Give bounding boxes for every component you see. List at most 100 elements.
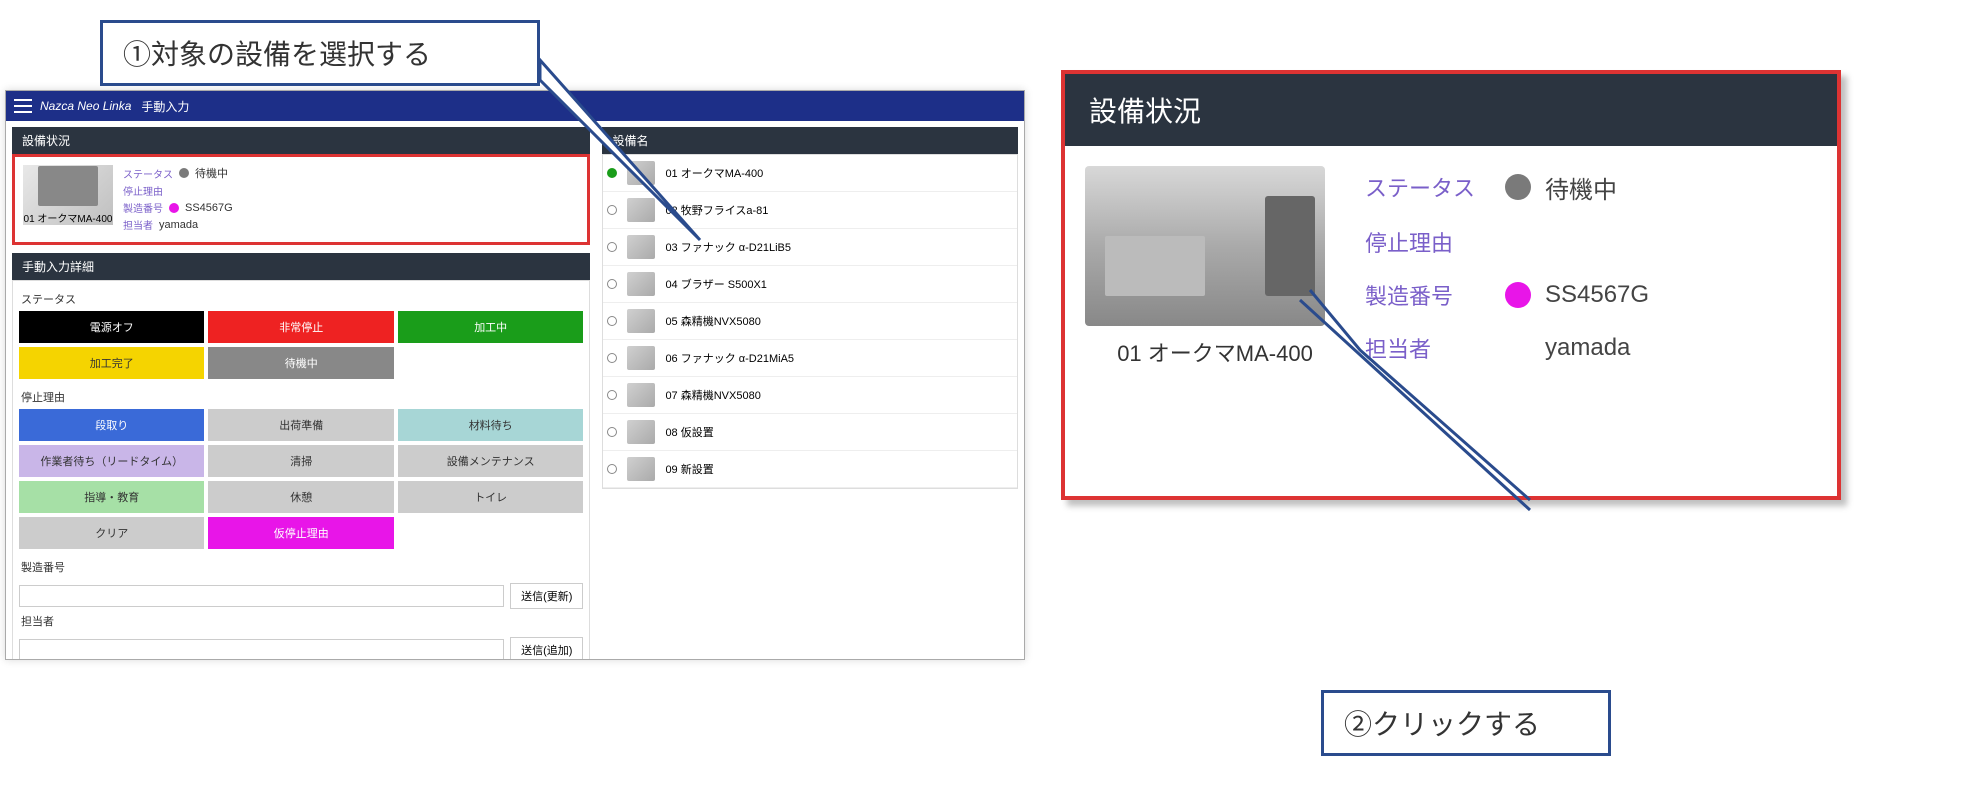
equip-list-label: 07 森精機NVX5080: [665, 387, 760, 403]
equip-list-label: 08 仮設置: [665, 424, 713, 440]
status-dot-icon: [179, 168, 189, 178]
radio-icon[interactable]: [607, 353, 617, 363]
equip-list-item-8[interactable]: 09 新設置: [603, 451, 1017, 488]
radio-icon[interactable]: [607, 279, 617, 289]
stopreason-button-7[interactable]: 休憩: [208, 481, 393, 513]
enlarged-status-dot-icon: [1505, 174, 1531, 200]
equip-list-header: 設備名: [602, 127, 1018, 154]
stopreason-button-grid: 段取り出荷準備材料待ち作業者待ち（リードタイム）清掃設備メンテナンス指導・教育休…: [19, 409, 583, 549]
app-header: Nazca Neo Linka 手動入力: [6, 91, 1024, 121]
serial-dot-icon: [169, 203, 179, 213]
equip-status-header: 設備状況: [12, 127, 590, 154]
equip-name-sm: 01 オークマMA-400: [24, 210, 113, 225]
callout-step1: ①対象の設備を選択する: [100, 20, 540, 86]
radio-icon[interactable]: [607, 205, 617, 215]
app-title: Nazca Neo Linka: [40, 99, 131, 113]
enlarged-value-serial: SS4567G: [1545, 281, 1649, 309]
serial-section-label: 製造番号: [19, 555, 583, 579]
machine-icon: [627, 457, 655, 481]
radio-icon[interactable]: [607, 316, 617, 326]
manual-input-panel: ステータス 電源オフ非常停止加工中加工完了待機中 停止理由 段取り出荷準備材料待…: [12, 280, 590, 659]
value-serial: SS4567G: [185, 202, 233, 214]
value-operator: yamada: [159, 219, 198, 231]
equip-list-item-7[interactable]: 08 仮設置: [603, 414, 1017, 451]
stopreason-button-10[interactable]: 仮停止理由: [208, 517, 393, 549]
machine-icon: [627, 161, 655, 185]
callout-step2: ②クリックする: [1321, 690, 1611, 756]
status-button-1[interactable]: 非常停止: [208, 311, 393, 343]
right-pane: 設備名 01 オークマMA-400 02 牧野フライスa-81 03 ファナック α…: [596, 121, 1024, 659]
machine-icon: [627, 235, 655, 259]
equip-list-label: 03 ファナック α-D21LiB5: [665, 239, 791, 255]
enlarged-label-stopreason[interactable]: 停止理由: [1365, 226, 1505, 258]
stopreason-button-9[interactable]: クリア: [19, 517, 204, 549]
radio-icon[interactable]: [607, 427, 617, 437]
enlarged-value-operator: yamada: [1545, 334, 1649, 362]
app-window: Nazca Neo Linka 手動入力 設備状況 01 オークマMA-400 …: [5, 90, 1025, 660]
callout-step2-text: ②クリックする: [1344, 709, 1540, 740]
machine-icon: [627, 272, 655, 296]
stopreason-button-4[interactable]: 清掃: [208, 445, 393, 477]
equipment-list: 01 オークマMA-400 02 牧野フライスa-81 03 ファナック α-D21…: [602, 154, 1018, 489]
equip-list-item-6[interactable]: 07 森精機NVX5080: [603, 377, 1017, 414]
equip-list-item-0[interactable]: 01 オークマMA-400: [603, 155, 1017, 192]
equip-list-item-2[interactable]: 03 ファナック α-D21LiB5: [603, 229, 1017, 266]
enlarged-equip-name: 01 オークマMA-400: [1085, 336, 1345, 368]
machine-icon: [627, 420, 655, 444]
enlarged-info-grid: ステータス 待機中 停止理由 製造番号 SS4567G 担当者 yamada: [1365, 166, 1649, 368]
stopreason-button-2[interactable]: 材料待ち: [398, 409, 583, 441]
label-operator: 担当者: [123, 217, 153, 232]
stopreason-button-6[interactable]: 指導・教育: [19, 481, 204, 513]
enlarged-serial-dot-icon: [1505, 282, 1531, 308]
equip-card-selected[interactable]: 01 オークマMA-400 ステータス 待機中 停止理由 製造番号 SS4567…: [12, 154, 590, 245]
enlarged-label-status: ステータス: [1365, 171, 1505, 203]
radio-icon[interactable]: [607, 390, 617, 400]
equip-list-item-4[interactable]: 05 森精機NVX5080: [603, 303, 1017, 340]
equip-list-item-3[interactable]: 04 ブラザー S500X1: [603, 266, 1017, 303]
status-button-grid: 電源オフ非常停止加工中加工完了待機中: [19, 311, 583, 379]
radio-icon[interactable]: [607, 242, 617, 252]
stopreason-button-3[interactable]: 作業者待ち（リードタイム）: [19, 445, 204, 477]
machine-icon: [627, 198, 655, 222]
status-button-2[interactable]: 加工中: [398, 311, 583, 343]
enlarged-label-operator: 担当者: [1365, 332, 1505, 364]
status-button-0[interactable]: 電源オフ: [19, 311, 204, 343]
status-button-4[interactable]: 待機中: [208, 347, 393, 379]
value-status: 待機中: [195, 165, 228, 181]
stopreason-button-0[interactable]: 段取り: [19, 409, 204, 441]
send-new-button[interactable]: 送信(追加): [510, 637, 583, 659]
equip-list-item-1[interactable]: 02 牧野フライスa-81: [603, 192, 1017, 229]
status-section-label: ステータス: [19, 287, 583, 311]
enlarged-value-status: 待機中: [1545, 170, 1649, 205]
machine-icon: [38, 166, 98, 206]
hamburger-icon[interactable]: [14, 99, 32, 113]
equip-list-item-5[interactable]: 06 ファナック α-D21MiA5: [603, 340, 1017, 377]
send-update-button[interactable]: 送信(更新): [510, 583, 583, 609]
radio-icon[interactable]: [607, 464, 617, 474]
operator-field-row: 送信(追加): [19, 637, 583, 659]
status-button-3[interactable]: 加工完了: [19, 347, 204, 379]
app-subtitle: 手動入力: [141, 98, 189, 115]
label-stop-reason[interactable]: 停止理由: [123, 183, 163, 198]
serial-input[interactable]: [19, 585, 504, 607]
serial-field-row: 送信(更新): [19, 583, 583, 609]
equip-list-label: 09 新設置: [665, 461, 713, 477]
machine-icon: [627, 383, 655, 407]
radio-icon[interactable]: [607, 168, 617, 178]
stopreason-section-label: 停止理由: [19, 385, 583, 409]
equip-thumb: 01 オークマMA-400: [23, 165, 113, 225]
equip-list-label: 02 牧野フライスa-81: [665, 202, 768, 218]
label-serial: 製造番号: [123, 200, 163, 215]
equip-list-label: 04 ブラザー S500X1: [665, 276, 767, 292]
enlarged-thumb: 01 オークマMA-400: [1085, 166, 1345, 368]
stopreason-button-8[interactable]: トイレ: [398, 481, 583, 513]
enlarged-header: 設備状況: [1065, 74, 1837, 146]
stopreason-button-1[interactable]: 出荷準備: [208, 409, 393, 441]
machine-icon: [627, 309, 655, 333]
operator-input[interactable]: [19, 639, 504, 659]
enlarged-label-serial: 製造番号: [1365, 279, 1505, 311]
equip-list-label: 06 ファナック α-D21MiA5: [665, 350, 794, 366]
equip-list-label: 05 森精機NVX5080: [665, 313, 760, 329]
operator-section-label: 担当者: [19, 609, 583, 633]
stopreason-button-5[interactable]: 設備メンテナンス: [398, 445, 583, 477]
